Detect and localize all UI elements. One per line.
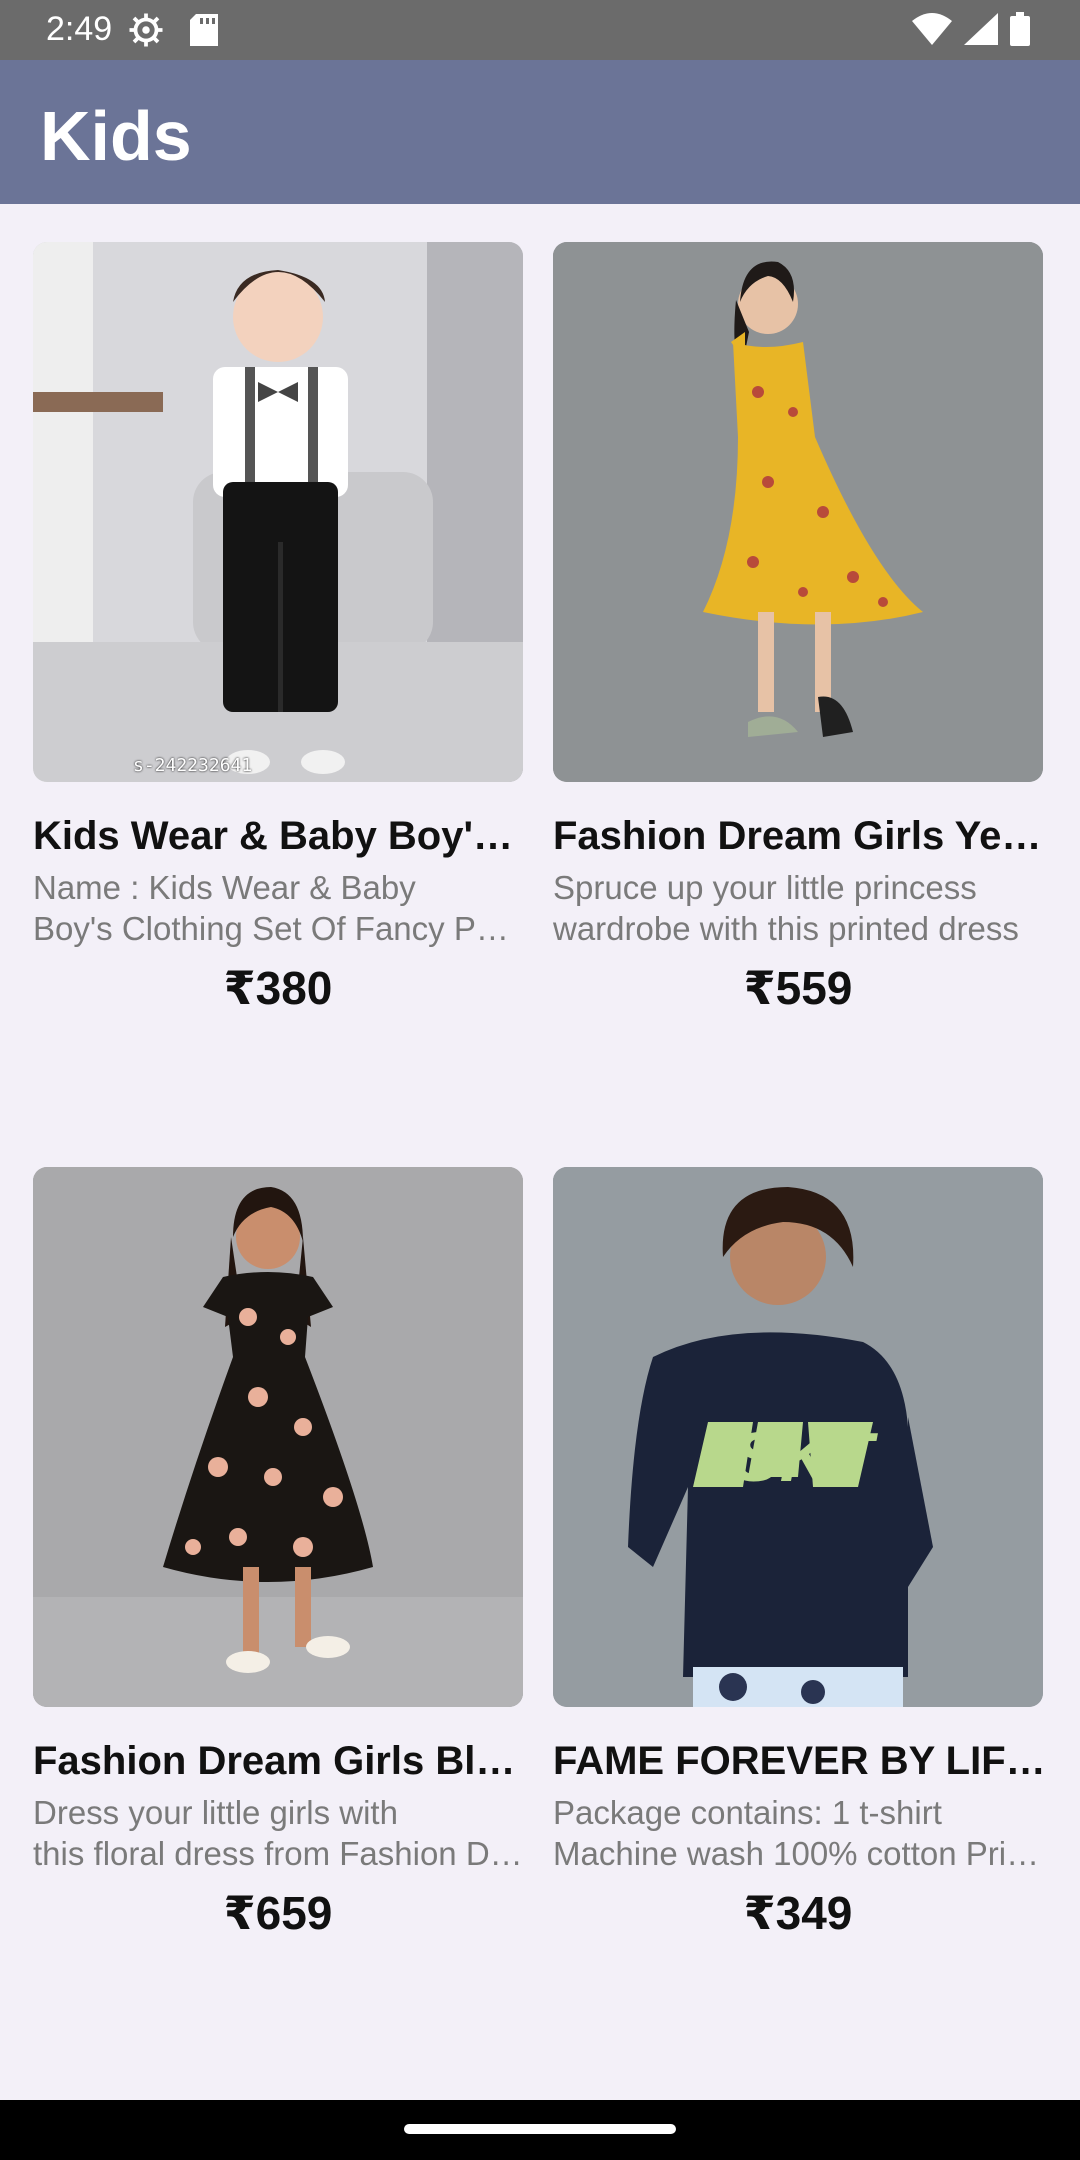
- product-card[interactable]: Fashion Dream Girls Black Dress Dress yo…: [33, 1167, 529, 1940]
- product-card[interactable]: s-242232641 Kids Wear & Baby Boy's Cloth…: [33, 242, 529, 1015]
- product-title: FAME FOREVER BY LIFESTYLE: [553, 1739, 1049, 1783]
- image-caption: s-242232641: [133, 755, 253, 776]
- product-description-line: Name : Kids Wear & Baby: [33, 869, 416, 906]
- product-price: ₹380: [223, 962, 333, 1014]
- product-price: ₹349: [743, 1887, 853, 1939]
- battery-icon: [1010, 12, 1030, 51]
- product-price: ₹559: [743, 962, 853, 1014]
- page-title: Kids: [40, 97, 192, 175]
- status-bar: 2:49: [0, 0, 1080, 60]
- product-description: Name : Kids Wear & Baby Boy's Clothing S…: [33, 867, 523, 949]
- shirt-print-text: SKT: [733, 1418, 873, 1496]
- app-bar: Kids: [0, 60, 1080, 204]
- status-time: 2:49: [46, 10, 113, 48]
- product-image[interactable]: s-242232641: [33, 242, 523, 782]
- gear-icon: [128, 12, 164, 53]
- product-grid: s-242232641 Kids Wear & Baby Boy's Cloth…: [0, 204, 1080, 2100]
- navigation-bar: [0, 2100, 1080, 2160]
- sd-card-icon: [190, 14, 218, 51]
- product-image[interactable]: [553, 242, 1043, 782]
- product-image[interactable]: [33, 1167, 523, 1707]
- product-title: Kids Wear & Baby Boy's Clothing Set: [33, 814, 529, 858]
- product-description: Dress your little girls with this floral…: [33, 1792, 523, 1874]
- product-price: ₹659: [223, 1887, 333, 1939]
- product-description: Package contains: 1 t-shirt Machine wash…: [553, 1792, 1043, 1874]
- product-image[interactable]: SKT: [553, 1167, 1043, 1707]
- product-description-line: Package contains: 1 t-shirt: [553, 1794, 942, 1831]
- product-title: Fashion Dream Girls Black Dress: [33, 1739, 529, 1783]
- product-description-line: this floral dress from Fashion Dream: [33, 1835, 523, 1872]
- wifi-icon: [912, 13, 952, 50]
- home-gesture-handle[interactable]: [404, 2124, 676, 2134]
- product-description-line: Dress your little girls with: [33, 1794, 398, 1831]
- product-description-line: wardrobe with this printed dress: [553, 910, 1019, 947]
- product-card[interactable]: Fashion Dream Girls Yellow Dress Spruce …: [553, 242, 1049, 1015]
- product-description-line: Spruce up your little princess: [553, 869, 977, 906]
- product-description: Spruce up your little princess wardrobe …: [553, 867, 1043, 949]
- product-card[interactable]: SKT FAME FOREVER BY LIFESTYLE Package co…: [553, 1167, 1049, 1940]
- product-title: Fashion Dream Girls Yellow Dress: [553, 814, 1049, 858]
- signal-icon: [964, 13, 998, 50]
- product-description-line: Machine wash 100% cotton Printed: [553, 1835, 1043, 1872]
- product-description-line: Boy's Clothing Set Of Fancy Party Wear: [33, 910, 523, 947]
